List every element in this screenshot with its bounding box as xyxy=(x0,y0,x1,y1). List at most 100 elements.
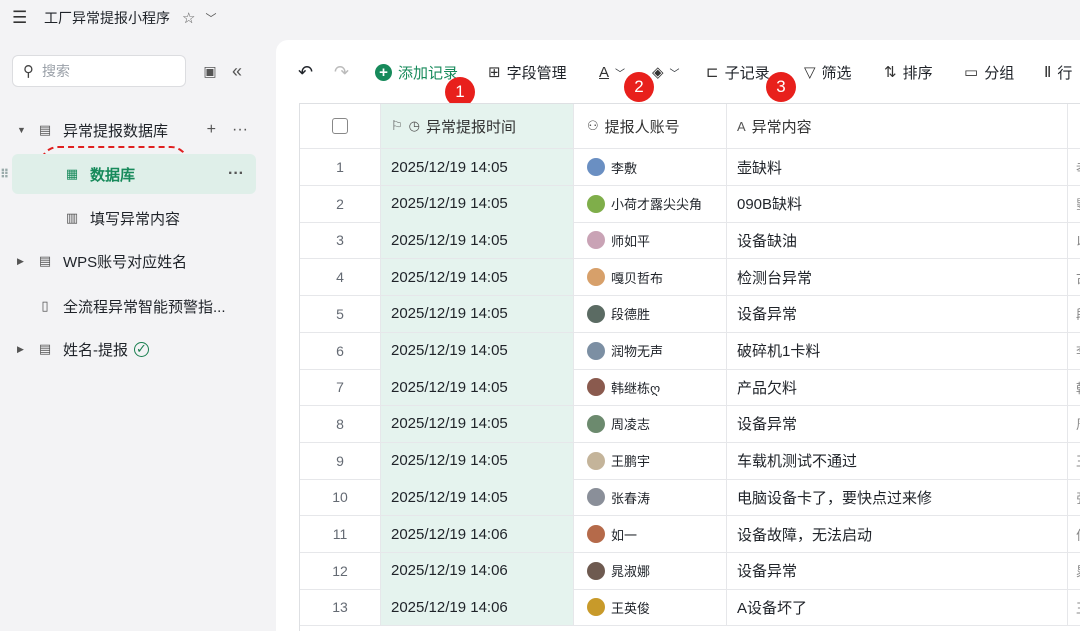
reporter-cell[interactable]: 如一 xyxy=(574,516,727,552)
next-column-cell[interactable]: 周 xyxy=(1068,406,1080,442)
next-column-cell[interactable]: 曌 xyxy=(1068,186,1080,222)
star-icon[interactable]: ☆ xyxy=(182,9,195,27)
fill-color-button[interactable]: ◈ ﹀ xyxy=(652,63,680,81)
table-row[interactable]: 12025/12/19 14:05 李敷 壶缺料孝 xyxy=(300,149,1080,186)
table-row[interactable]: 52025/12/19 14:05 段德胜 设备异常段 xyxy=(300,295,1080,333)
caret-down-icon[interactable]: ▼ xyxy=(17,125,27,135)
caret-right-icon[interactable]: ▶ xyxy=(17,344,27,355)
report-time-cell[interactable]: 2025/12/19 14:05 xyxy=(381,332,574,369)
next-column-cell[interactable]: 王 xyxy=(1068,589,1080,625)
table-row[interactable]: 132025/12/19 14:06 王英俊 A设备坏了王 xyxy=(300,589,1080,627)
next-column-cell[interactable]: 段 xyxy=(1068,296,1080,332)
header-report-time[interactable]: ⚐ ◷ 异常提报时间 xyxy=(381,104,574,148)
table-row[interactable]: 42025/12/19 14:05 嘎贝哲布 检测台异常古 xyxy=(300,259,1080,297)
row-height-button[interactable]: Ⅱ 行 xyxy=(1044,62,1072,83)
header-next-column[interactable] xyxy=(1068,104,1080,148)
content-cell[interactable]: A设备坏了 xyxy=(727,589,1068,626)
chevron-down-icon[interactable]: ﹀ xyxy=(205,10,216,26)
content-cell[interactable]: 破碎机1卡料 xyxy=(727,332,1068,369)
sidebar-item-fill-form[interactable]: ▥ 填写异常内容 xyxy=(0,198,270,238)
next-column-cell[interactable]: 韩 xyxy=(1068,369,1080,405)
reporter-cell[interactable]: 韩继栋ღ xyxy=(574,369,727,406)
report-time-cell[interactable]: 2025/12/19 14:05 xyxy=(381,259,574,296)
filter-button[interactable]: ▽ 筛选 xyxy=(804,62,852,83)
table-row[interactable]: 92025/12/19 14:05 王鹏宇 车载机测试不通过王 xyxy=(300,442,1080,480)
content-cell[interactable]: 车载机测试不通过 xyxy=(727,442,1068,479)
reporter-cell[interactable]: 李敷 xyxy=(574,149,727,185)
text-color-button[interactable]: A ﹀ xyxy=(599,64,625,81)
table-row[interactable]: 32025/12/19 14:05 师如平 设备缺油以 xyxy=(300,222,1080,260)
sidebar-item-warning-dashboard[interactable]: ▯ 全流程异常智能预警指... xyxy=(0,286,270,326)
add-record-button[interactable]: + 添加记录 xyxy=(375,62,458,83)
content-cell[interactable]: 电脑设备卡了，要快点过来修 xyxy=(727,479,1068,516)
search-input[interactable]: ⚲ 搜索 xyxy=(12,55,186,87)
report-time-cell[interactable]: 2025/12/19 14:05 xyxy=(381,479,574,516)
caret-right-icon[interactable]: ▶ xyxy=(17,256,27,267)
report-time-cell[interactable]: 2025/12/19 14:05 xyxy=(381,185,574,222)
table-row[interactable]: 112025/12/19 14:06 如一 设备故障，无法启动何 xyxy=(300,516,1080,553)
content-cell[interactable]: 设备故障，无法启动 xyxy=(727,516,1068,552)
content-cell[interactable]: 设备异常 xyxy=(727,552,1068,589)
content-cell[interactable]: 产品欠料 xyxy=(727,369,1068,406)
reporter-cell[interactable]: 段德胜 xyxy=(574,295,727,332)
header-content[interactable]: A 异常内容 xyxy=(727,104,1068,148)
report-time-cell[interactable]: 2025/12/19 14:06 xyxy=(381,589,574,626)
next-column-cell[interactable]: 李 xyxy=(1068,333,1080,369)
content-cell[interactable]: 设备缺油 xyxy=(727,222,1068,259)
reporter-cell[interactable]: 小荷才露尖尖角 xyxy=(574,185,727,222)
report-time-cell[interactable]: 2025/12/19 14:05 xyxy=(381,405,574,442)
select-all-checkbox[interactable] xyxy=(332,118,348,134)
report-time-cell[interactable]: 2025/12/19 14:05 xyxy=(381,369,574,406)
sidebar-item-database[interactable]: ⠿ ▦ 数据库 ··· xyxy=(0,154,256,194)
next-column-cell[interactable]: 王 xyxy=(1068,443,1080,479)
table-row[interactable]: 22025/12/19 14:05 小荷才露尖尖角 090B缺料曌 xyxy=(300,185,1080,223)
add-icon[interactable]: + xyxy=(207,121,216,139)
drag-handle-icon[interactable]: ⠿ xyxy=(0,167,9,181)
reporter-cell[interactable]: 王鹏宇 xyxy=(574,442,727,479)
content-cell[interactable]: 壶缺料 xyxy=(727,149,1068,185)
content-cell[interactable]: 检测台异常 xyxy=(727,259,1068,296)
redo-icon[interactable]: ↷ xyxy=(334,62,349,83)
report-time-cell[interactable]: 2025/12/19 14:05 xyxy=(381,442,574,479)
reporter-cell[interactable]: 王英俊 xyxy=(574,589,727,626)
sub-record-button[interactable]: ⊏ 子记录 xyxy=(706,62,770,83)
collapse-sidebar-icon[interactable]: « xyxy=(232,61,242,82)
report-time-cell[interactable]: 2025/12/19 14:05 xyxy=(381,149,574,185)
reporter-cell[interactable]: 晁淑娜 xyxy=(574,552,727,589)
table-row[interactable]: 82025/12/19 14:05 周凌志 设备异常周 xyxy=(300,405,1080,443)
field-manage-button[interactable]: ⊞ 字段管理 xyxy=(488,62,567,83)
next-column-cell[interactable]: 张 xyxy=(1068,479,1080,515)
reporter-cell[interactable]: 润物无声 xyxy=(574,332,727,369)
next-column-cell[interactable]: 孝 xyxy=(1068,149,1080,185)
table-row[interactable]: 62025/12/19 14:05 润物无声 破碎机1卡料李 xyxy=(300,332,1080,370)
report-time-cell[interactable]: 2025/12/19 14:05 xyxy=(381,295,574,332)
next-column-cell[interactable]: 古 xyxy=(1068,259,1080,295)
next-column-cell[interactable]: 晁 xyxy=(1068,553,1080,589)
header-reporter[interactable]: ⚇ 提报人账号 xyxy=(574,104,727,148)
sort-button[interactable]: ⇅ 排序 xyxy=(884,62,933,83)
sidebar-item-exception-db[interactable]: ▼ ▤ 异常提报数据库 + ··· xyxy=(0,110,270,150)
reporter-cell[interactable]: 师如平 xyxy=(574,222,727,259)
report-time-cell[interactable]: 2025/12/19 14:06 xyxy=(381,516,574,552)
group-button[interactable]: ▭ 分组 xyxy=(964,62,1014,83)
table-row[interactable]: 72025/12/19 14:05 韩继栋ღ 产品欠料韩 xyxy=(300,369,1080,407)
more-icon[interactable]: ··· xyxy=(228,165,244,183)
report-time-cell[interactable]: 2025/12/19 14:06 xyxy=(381,552,574,589)
sidebar-item-wps-names[interactable]: ▶ ▤ WPS账号对应姓名 xyxy=(0,241,270,281)
content-cell[interactable]: 090B缺料 xyxy=(727,185,1068,222)
undo-icon[interactable]: ↶ xyxy=(298,62,313,83)
table-row[interactable]: 122025/12/19 14:06 晁淑娜 设备异常晁 xyxy=(300,552,1080,590)
sidebar-item-name-report[interactable]: ▶ ▤ 姓名-提报 ✓ xyxy=(0,329,270,369)
next-column-cell[interactable]: 何 xyxy=(1068,516,1080,552)
content-cell[interactable]: 设备异常 xyxy=(727,295,1068,332)
table-row[interactable]: 102025/12/19 14:05 张春涛 电脑设备卡了，要快点过来修张 xyxy=(300,479,1080,517)
report-time-cell[interactable]: 2025/12/19 14:05 xyxy=(381,222,574,259)
reporter-cell[interactable]: 张春涛 xyxy=(574,479,727,516)
next-column-cell[interactable]: 以 xyxy=(1068,222,1080,258)
reporter-cell[interactable]: 周凌志 xyxy=(574,405,727,442)
reporter-cell[interactable]: 嘎贝哲布 xyxy=(574,259,727,296)
content-cell[interactable]: 设备异常 xyxy=(727,405,1068,442)
more-icon[interactable]: ··· xyxy=(232,121,248,139)
panel-icon[interactable]: ▣ xyxy=(198,63,222,80)
menu-icon[interactable]: ☰ xyxy=(12,8,34,28)
